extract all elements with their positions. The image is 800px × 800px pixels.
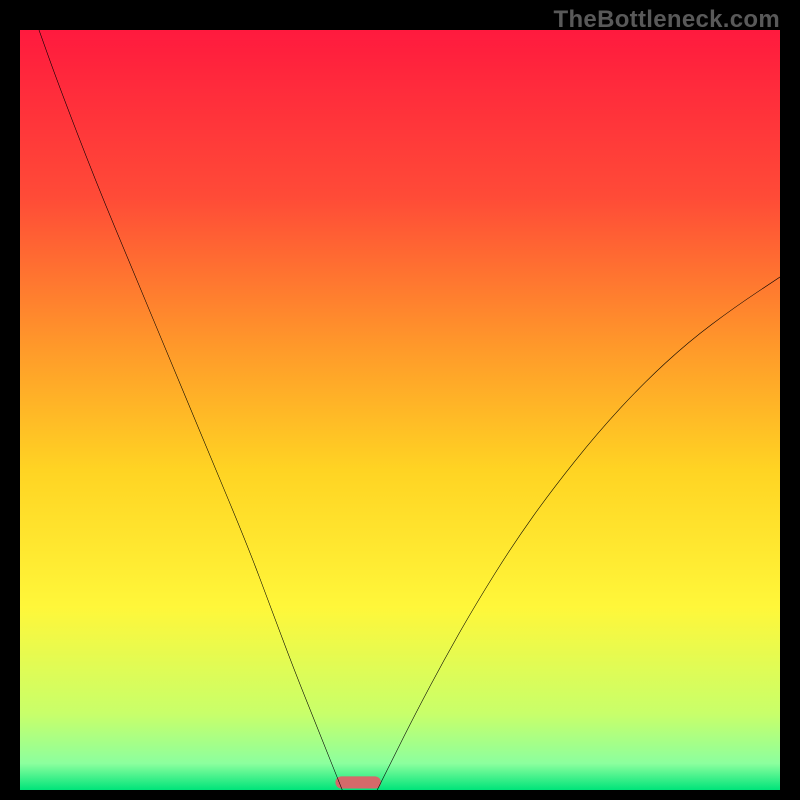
chart-stage: TheBottleneck.com (0, 0, 800, 800)
optimal-marker (335, 776, 381, 788)
watermark-text: TheBottleneck.com (554, 6, 780, 34)
plot-background (20, 30, 780, 790)
bottleneck-plot (20, 30, 780, 790)
optimal-marker-layer (335, 776, 381, 788)
